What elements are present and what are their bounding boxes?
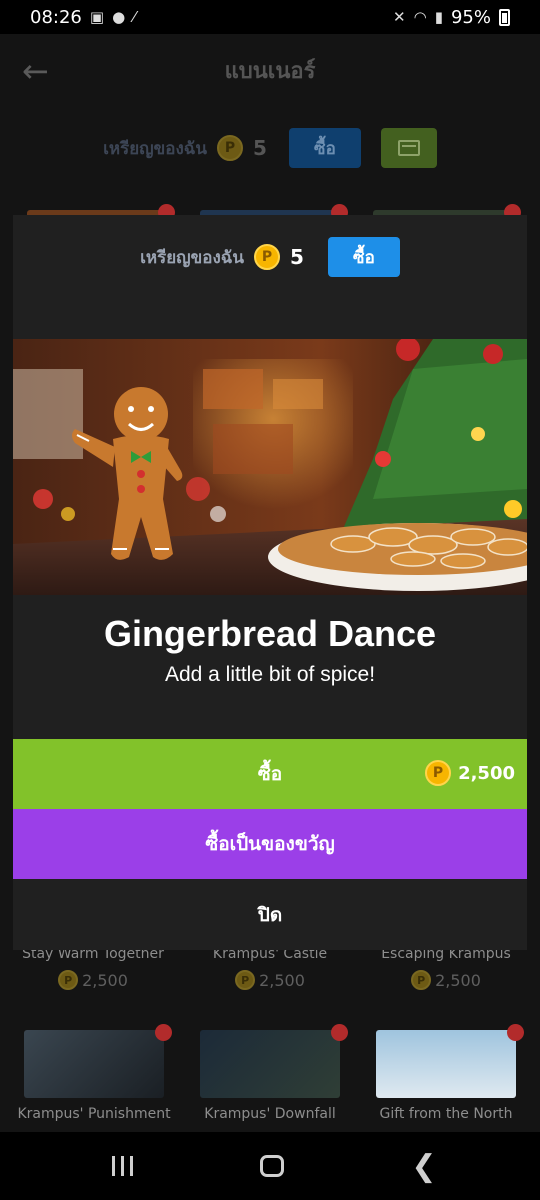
buy-banner-button[interactable]: ซื้อ P 2,500 <box>13 739 527 809</box>
status-time: 08:26 <box>30 6 82 28</box>
my-coins-label: เหรียญของฉัน <box>103 138 207 159</box>
system-navigation-bar: ❮ <box>0 1132 540 1200</box>
banner-name: Krampus' Punishment <box>17 1106 171 1122</box>
mute-icon: ✕ <box>393 8 406 26</box>
banner-item[interactable]: Krampus' Punishment <box>9 1024 179 1122</box>
banner-thumbnail <box>200 1024 348 1098</box>
coin-icon: P <box>58 970 79 990</box>
app-header: ← แบนเนอร์ <box>0 34 540 106</box>
coin-icon: P <box>411 970 432 990</box>
banner-price: P 2,500 <box>185 970 355 990</box>
home-button[interactable] <box>242 1146 302 1186</box>
buy-coins-button[interactable]: ซื้อ <box>327 237 400 277</box>
recent-apps-icon <box>111 1156 133 1176</box>
gingerbread-banner-illustration <box>13 339 527 595</box>
back-button[interactable]: ❮ <box>394 1146 454 1186</box>
back-arrow-icon[interactable]: ← <box>22 52 49 90</box>
wifi-icon: ◠ <box>413 8 427 26</box>
banner-thumbnail <box>376 1024 524 1098</box>
banner-thumbnail <box>24 1024 172 1098</box>
page-title: แบนเนอร์ <box>224 58 316 84</box>
new-badge <box>331 1024 348 1041</box>
battery-percent: 95% <box>450 6 491 28</box>
coin-icon: P <box>254 244 280 270</box>
banner-name: Krampus' Downfall <box>204 1106 336 1122</box>
status-bar: 08:26 ▣ ● ⁄ ✕ ◠ ▮ 95% <box>0 0 540 34</box>
price-value: 2,500 <box>259 970 305 990</box>
buy-as-gift-button[interactable]: ซื้อเป็นของขวัญ <box>13 809 527 879</box>
status-left: 08:26 ▣ ● ⁄ <box>30 7 136 28</box>
new-badge <box>155 1024 172 1041</box>
price-value: 2,500 <box>82 970 128 990</box>
line-icon: ● <box>112 8 126 26</box>
coin-count: 5 <box>290 245 304 269</box>
price-value: 2,500 <box>435 970 481 990</box>
buy-coins-button[interactable]: ซื้อ <box>288 128 361 168</box>
banner-purchase-dialog: เหรียญของฉัน P 5 ซื้อ Gingerbread Dance … <box>13 215 527 950</box>
wallet-icon <box>397 140 420 156</box>
new-badge <box>507 1024 524 1041</box>
battery-icon <box>499 8 510 26</box>
gallery-icon: ▣ <box>89 8 105 26</box>
my-coins-label: เหรียญของฉัน <box>140 247 244 268</box>
back-chevron-icon: ❮ <box>411 1148 437 1184</box>
wallet-button[interactable] <box>380 128 437 168</box>
banner-subtitle: Add a little bit of spice! <box>164 663 376 686</box>
coin-icon: P <box>217 135 243 161</box>
magic-wand-icon: ⁄ <box>133 8 136 26</box>
banner-price: P 2,500 <box>8 970 178 990</box>
signal-icon: ▮ <box>434 8 443 26</box>
banner-price: P 2,500 <box>361 970 531 990</box>
recent-apps-button[interactable] <box>92 1146 152 1186</box>
status-right: ✕ ◠ ▮ 95% <box>393 7 510 28</box>
banner-title: Gingerbread Dance <box>103 613 437 654</box>
price-value: 2,500 <box>458 762 515 784</box>
coin-balance-row: เหรียญของฉัน P 5 ซื้อ <box>0 128 540 168</box>
coin-icon: P <box>425 760 452 786</box>
banner-preview-image <box>13 339 527 595</box>
coin-count: 5 <box>253 136 267 160</box>
coin-icon: P <box>235 970 256 990</box>
banner-item[interactable]: Krampus' Downfall <box>185 1024 355 1122</box>
banner-price: P 2,500 <box>425 760 515 786</box>
banner-item[interactable]: Gift from the North <box>361 1024 531 1122</box>
buy-button-label: ซื้อ <box>257 763 283 785</box>
banner-name: Gift from the North <box>379 1106 513 1122</box>
dialog-coin-balance-row: เหรียญของฉัน P 5 ซื้อ <box>13 237 527 277</box>
home-icon <box>260 1155 284 1177</box>
close-button[interactable]: ปิด <box>13 879 527 950</box>
